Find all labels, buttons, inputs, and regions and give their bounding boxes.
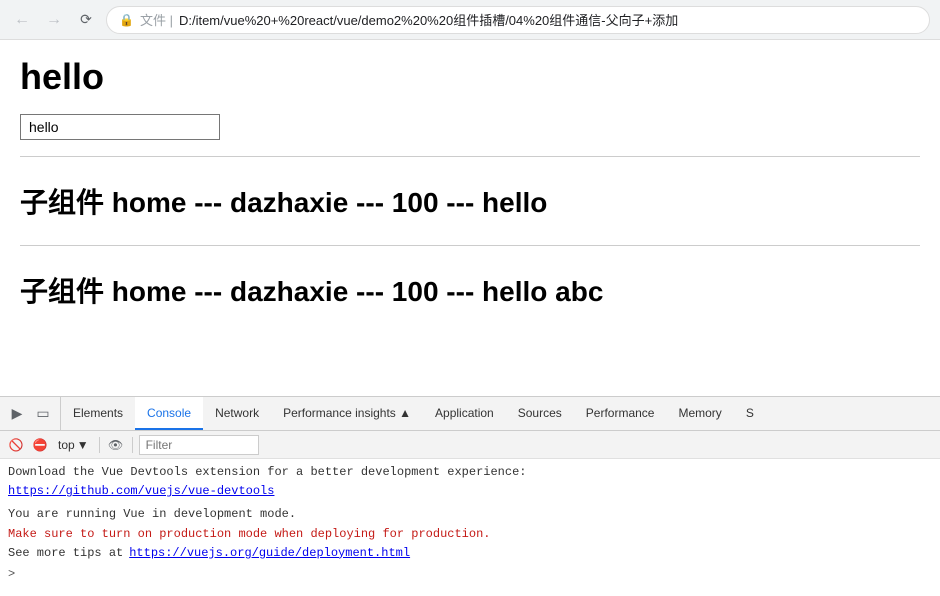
console-prompt-line: > bbox=[8, 563, 932, 584]
console-line-4: See more tips at https://vuejs.org/guide… bbox=[8, 544, 932, 563]
console-line-2: You are running Vue in development mode. bbox=[8, 505, 932, 524]
clear-console-button[interactable]: 🚫 bbox=[6, 435, 26, 455]
device-toggle-button[interactable]: ▭ bbox=[32, 403, 54, 425]
child-component-1: 子组件 home --- dazhaxie --- 100 --- hello bbox=[20, 169, 920, 233]
refresh-button[interactable]: ⟳ bbox=[74, 8, 98, 32]
tab-more[interactable]: S bbox=[734, 397, 766, 430]
context-label: top bbox=[58, 438, 75, 452]
console-text-3: Make sure to turn on production mode whe… bbox=[8, 525, 490, 544]
tab-console[interactable]: Console bbox=[135, 397, 203, 430]
tab-memory[interactable]: Memory bbox=[666, 397, 733, 430]
input-row bbox=[20, 114, 920, 140]
browser-toolbar: ← → ⟳ 🔒 文件 | D:/item/vue%20+%20react/vue… bbox=[0, 0, 940, 40]
eye-button[interactable]: 👁 bbox=[106, 435, 126, 455]
console-text-4-prefix: See more tips at bbox=[8, 544, 123, 563]
block-button[interactable]: ⛔ bbox=[30, 435, 50, 455]
tab-application[interactable]: Application bbox=[423, 397, 506, 430]
toolbar-divider-2 bbox=[132, 437, 133, 453]
devtools-tabs-bar: ▶ ▭ Elements Console Network Performance… bbox=[0, 397, 940, 431]
devtools-link-2[interactable]: https://vuejs.org/guide/deployment.html bbox=[129, 544, 410, 563]
back-button[interactable]: ← bbox=[10, 8, 34, 32]
hello-input[interactable] bbox=[20, 114, 220, 140]
devtools-link-1[interactable]: https://github.com/vuejs/vue-devtools bbox=[8, 482, 274, 501]
address-separator: 文件 | bbox=[140, 10, 173, 29]
address-url: D:/item/vue%20+%20react/vue/demo2%20%20组… bbox=[179, 10, 678, 29]
context-selector[interactable]: top ▼ bbox=[54, 436, 93, 454]
tab-sources[interactable]: Sources bbox=[506, 397, 574, 430]
tab-network[interactable]: Network bbox=[203, 397, 271, 430]
console-toolbar: 🚫 ⛔ top ▼ 👁 bbox=[0, 431, 940, 459]
divider-2 bbox=[20, 245, 920, 246]
console-text-2: You are running Vue in development mode. bbox=[8, 505, 296, 524]
tab-performance[interactable]: Performance bbox=[574, 397, 667, 430]
tab-elements[interactable]: Elements bbox=[61, 397, 135, 430]
child-component-2: 子组件 home --- dazhaxie --- 100 --- hello … bbox=[20, 258, 920, 322]
console-output: Download the Vue Devtools extension for … bbox=[0, 459, 940, 596]
inspect-element-button[interactable]: ▶ bbox=[6, 403, 28, 425]
page-title: hello bbox=[20, 56, 920, 98]
console-text-1: Download the Vue Devtools extension for … bbox=[8, 463, 526, 482]
console-prompt: > bbox=[8, 565, 15, 584]
lock-icon: 🔒 bbox=[119, 13, 134, 27]
forward-button[interactable]: → bbox=[42, 8, 66, 32]
console-filter-input[interactable] bbox=[139, 435, 259, 455]
console-line-1: Download the Vue Devtools extension for … bbox=[8, 463, 932, 482]
chevron-down-icon: ▼ bbox=[77, 438, 89, 452]
devtools-panel: ▶ ▭ Elements Console Network Performance… bbox=[0, 396, 940, 596]
divider-1 bbox=[20, 156, 920, 157]
console-line-3: Make sure to turn on production mode whe… bbox=[8, 525, 932, 544]
toolbar-divider bbox=[99, 437, 100, 453]
console-line-link1: https://github.com/vuejs/vue-devtools bbox=[8, 482, 932, 501]
devtools-icon-group: ▶ ▭ bbox=[0, 397, 61, 430]
tab-performance-insights[interactable]: Performance insights ▲ bbox=[271, 397, 423, 430]
address-bar[interactable]: 🔒 文件 | D:/item/vue%20+%20react/vue/demo2… bbox=[106, 6, 930, 34]
